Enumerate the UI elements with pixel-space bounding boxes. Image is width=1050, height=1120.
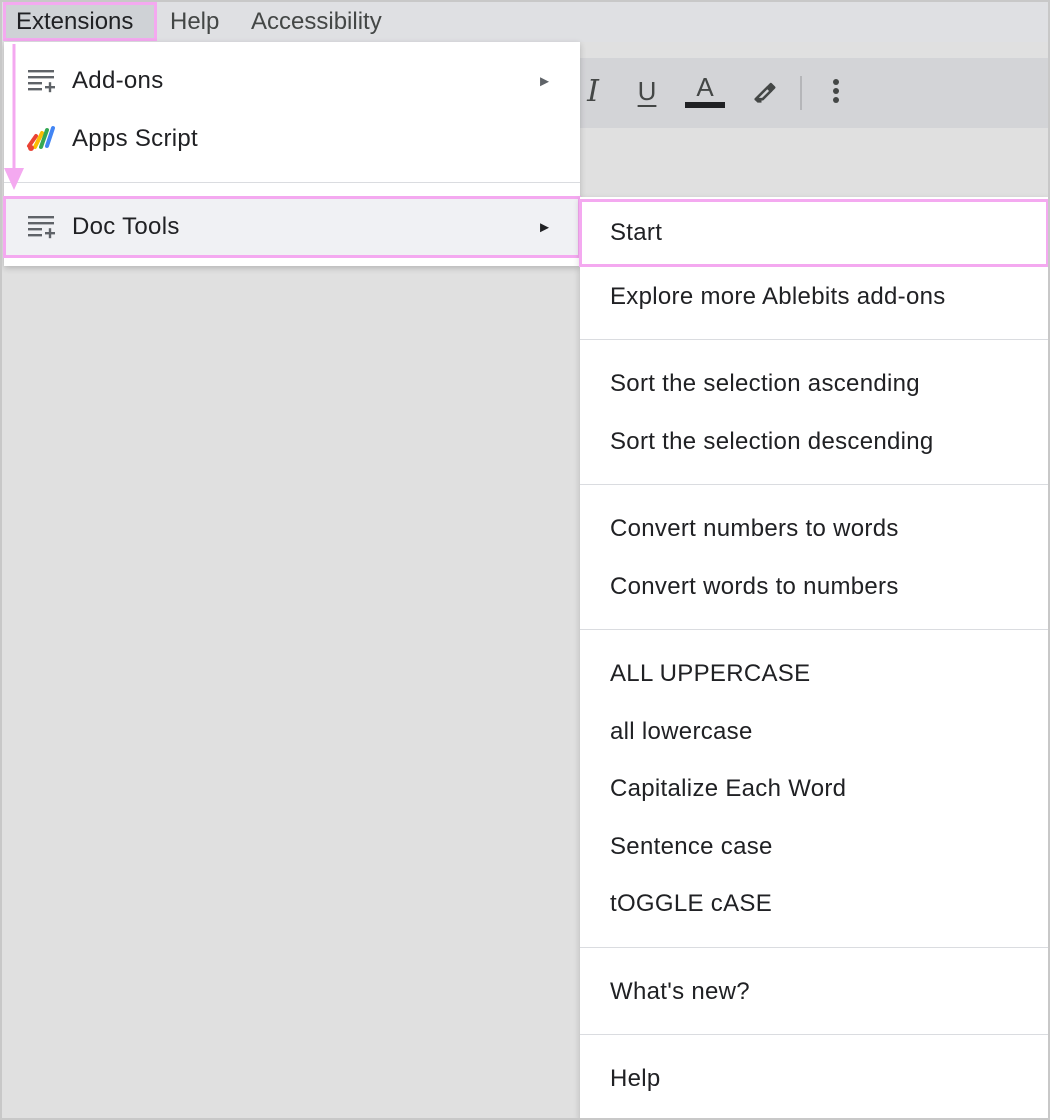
menu-item-add-ons[interactable]: Add-ons ► bbox=[4, 52, 580, 110]
highlight-button[interactable] bbox=[742, 68, 788, 114]
menu-item-label: Add-ons bbox=[72, 67, 164, 94]
submenu-item-capitalize[interactable]: Capitalize Each Word bbox=[580, 760, 1048, 818]
menu-accessibility[interactable]: Accessibility bbox=[239, 3, 394, 40]
submenu-item-help[interactable]: Help bbox=[580, 1050, 1048, 1108]
submenu-item-lowercase[interactable]: all lowercase bbox=[580, 703, 1048, 761]
submenu-divider bbox=[580, 339, 1050, 340]
submenu-arrow-icon: ► bbox=[537, 72, 552, 90]
menu-bar: Extensions Help Accessibility bbox=[0, 0, 1050, 42]
submenu-item-toggle-case[interactable]: tOGGLE cASE bbox=[580, 875, 1048, 933]
submenu-item-sort-ascending[interactable]: Sort the selection ascending bbox=[580, 355, 1048, 413]
text-color-label: A bbox=[696, 72, 714, 102]
menu-item-apps-script[interactable]: Apps Script bbox=[4, 110, 580, 168]
menu-item-label: Apps Script bbox=[72, 125, 199, 152]
doc-tools-submenu: Start Explore more Ablebits add-ons Sort… bbox=[579, 197, 1050, 1120]
submenu-divider bbox=[580, 1034, 1050, 1035]
menu-help[interactable]: Help bbox=[158, 3, 231, 40]
text-color-button[interactable]: A bbox=[682, 68, 728, 114]
submenu-item-sentence-case[interactable]: Sentence case bbox=[580, 818, 1048, 876]
toolbar-divider bbox=[800, 76, 802, 110]
more-options-button[interactable] bbox=[813, 68, 859, 114]
submenu-divider bbox=[580, 484, 1050, 485]
submenu-item-explore-add-ons[interactable]: Explore more Ablebits add-ons bbox=[580, 268, 1048, 326]
menu-extensions[interactable]: Extensions bbox=[3, 2, 157, 41]
submenu-item-sort-descending[interactable]: Sort the selection descending bbox=[580, 413, 1048, 471]
highlighter-icon bbox=[754, 82, 776, 103]
add-ons-icon bbox=[28, 216, 55, 239]
submenu-item-uppercase[interactable]: ALL UPPERCASE bbox=[580, 645, 1048, 703]
submenu-arrow-icon: ► bbox=[537, 218, 552, 236]
menu-item-doc-tools[interactable]: Doc Tools ► bbox=[3, 196, 581, 258]
more-vert-icon bbox=[833, 79, 839, 103]
submenu-divider bbox=[580, 947, 1050, 948]
menu-divider bbox=[4, 182, 580, 183]
extensions-menu: Add-ons ► Apps Script Doc Tools ► bbox=[3, 42, 581, 266]
submenu-item-start[interactable]: Start bbox=[579, 199, 1049, 267]
text-color-swatch bbox=[685, 102, 725, 108]
annotation-arrow bbox=[4, 44, 24, 190]
submenu-item-whats-new[interactable]: What's new? bbox=[580, 963, 1048, 1021]
formatting-toolbar: I U A bbox=[580, 58, 1050, 128]
apps-script-icon bbox=[27, 126, 55, 151]
underline-button[interactable]: U bbox=[624, 68, 670, 114]
submenu-item-words-to-numbers[interactable]: Convert words to numbers bbox=[580, 558, 1048, 616]
submenu-item-numbers-to-words[interactable]: Convert numbers to words bbox=[580, 500, 1048, 558]
menu-item-label: Doc Tools bbox=[72, 213, 180, 240]
add-ons-icon bbox=[28, 70, 55, 93]
submenu-divider bbox=[580, 629, 1050, 630]
